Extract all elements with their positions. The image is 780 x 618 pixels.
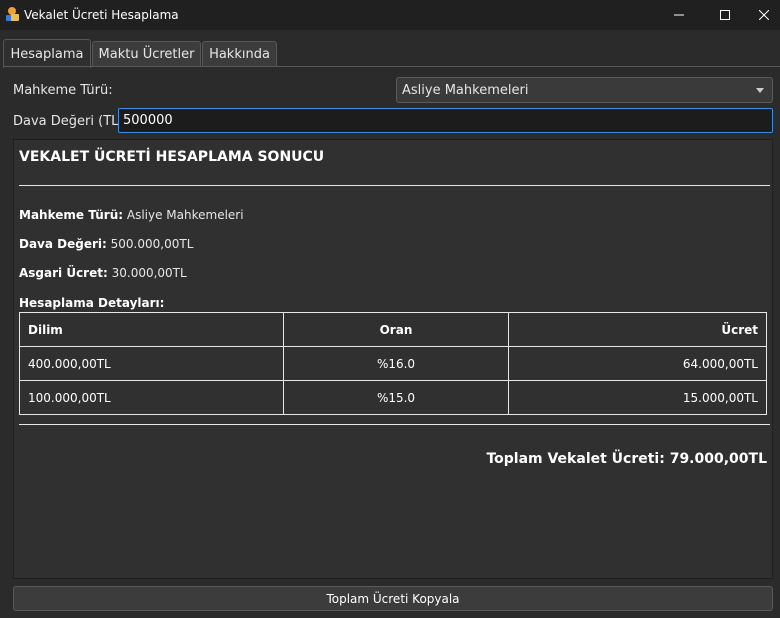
- cell-ucret: 64.000,00TL: [508, 346, 767, 381]
- court-type-value: Asliye Mahkemeleri: [402, 83, 529, 98]
- result-min-value: 30.000,00TL: [111, 266, 187, 280]
- window-title: Vekalet Ücreti Hesaplama: [24, 8, 179, 22]
- court-type-select[interactable]: Asliye Mahkemeleri: [396, 77, 773, 103]
- result-min-key: Asgari Ücret:: [19, 266, 108, 280]
- court-type-label: Mahkeme Türü:: [13, 83, 113, 98]
- result-min-line: Asgari Ücret: 30.000,00TL: [19, 266, 187, 280]
- divider: [19, 185, 770, 186]
- app-icon: [6, 7, 19, 21]
- tab-hakkinda[interactable]: Hakkında: [202, 41, 277, 67]
- result-panel: VEKALET ÜCRETİ HESAPLAMA SONUCU Mahkeme …: [13, 139, 773, 579]
- result-value-value: 500.000,00TL: [110, 237, 194, 251]
- close-icon: [759, 10, 769, 20]
- column-header-oran: Oran: [283, 312, 509, 347]
- total-fee: Toplam Vekalet Ücreti: 79.000,00TL: [486, 451, 767, 467]
- case-value-input[interactable]: [118, 108, 773, 133]
- column-header-ucret: Ücret: [508, 312, 767, 347]
- divider: [19, 424, 770, 425]
- case-value-label: Dava Değeri (TL):: [13, 114, 128, 129]
- table-row: 400.000,00TL %16.0 64.000,00TL: [19, 346, 767, 381]
- cell-oran: %15.0: [283, 380, 509, 415]
- tab-divider: [3, 66, 780, 67]
- result-court-key: Mahkeme Türü:: [19, 208, 124, 222]
- copy-total-button[interactable]: Toplam Ücreti Kopyala: [13, 586, 773, 611]
- details-label: Hesaplama Detayları:: [19, 296, 165, 310]
- tab-hesaplama[interactable]: Hesaplama: [3, 39, 91, 68]
- minimize-button[interactable]: [656, 0, 702, 30]
- result-value-line: Dava Değeri: 500.000,00TL: [19, 237, 193, 251]
- column-header-dilim: Dilim: [19, 312, 284, 347]
- cell-oran: %16.0: [283, 346, 509, 381]
- maximize-icon: [720, 10, 730, 20]
- details-table: Dilim Oran Ücret 400.000,00TL %16.0 64.0…: [19, 312, 767, 415]
- cell-dilim: 400.000,00TL: [19, 346, 284, 381]
- result-value-key: Dava Değeri:: [19, 237, 107, 251]
- close-button[interactable]: [748, 0, 780, 30]
- result-court-value: Asliye Mahkemeleri: [126, 208, 244, 222]
- result-title: VEKALET ÜCRETİ HESAPLAMA SONUCU: [19, 149, 325, 165]
- table-row: 100.000,00TL %15.0 15.000,00TL: [19, 380, 767, 415]
- tab-bar: Hesaplama Maktu Ücretler Hakkında: [0, 30, 780, 68]
- cell-dilim: 100.000,00TL: [19, 380, 284, 415]
- minimize-icon: [674, 14, 684, 16]
- chevron-down-icon: [756, 88, 764, 93]
- title-bar: Vekalet Ücreti Hesaplama: [0, 0, 780, 30]
- result-court-line: Mahkeme Türü: Asliye Mahkemeleri: [19, 208, 244, 222]
- table-header-row: Dilim Oran Ücret: [19, 312, 767, 347]
- tab-maktu-ucretler[interactable]: Maktu Ücretler: [92, 41, 201, 67]
- cell-ucret: 15.000,00TL: [508, 380, 767, 415]
- maximize-button[interactable]: [702, 0, 748, 30]
